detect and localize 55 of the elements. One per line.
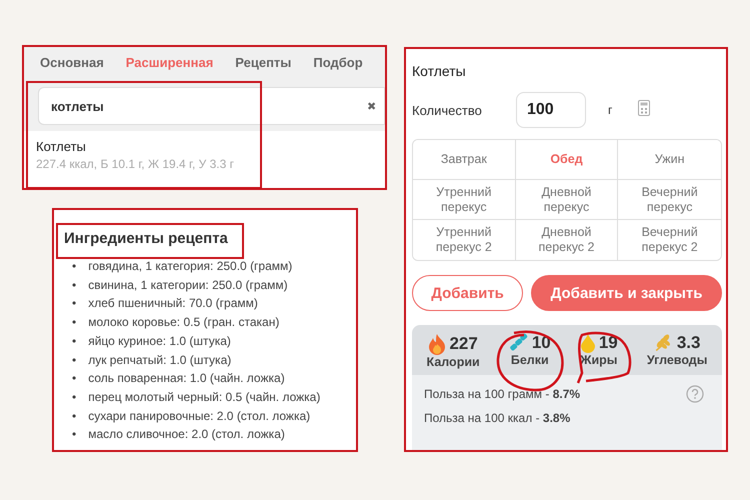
meal-option[interactable]: Завтрак xyxy=(413,140,516,180)
meal-option[interactable]: Утренний перекус 2 xyxy=(413,220,516,260)
tab[interactable]: Рецепты xyxy=(235,54,292,70)
result-details: 227.4 ккал, Б 10.1 г, Ж 19.4 г, У 3.3 г xyxy=(36,157,235,171)
food-title: Котлеты xyxy=(412,63,467,79)
search-field[interactable]: котлеты ✖ xyxy=(38,87,385,125)
ingredient-item: масло сливочное: 2.0 (стол. ложка) xyxy=(88,426,285,444)
add-button[interactable]: Добавить xyxy=(412,275,524,311)
meal-option[interactable]: Ужин xyxy=(618,140,721,180)
ingredient-item: перец молотый черный: 0.5 (чайн. ложка) xyxy=(88,388,320,406)
bullet: • xyxy=(72,426,76,444)
ingredient-item: молоко коровье: 0.5 (гран. стакан) xyxy=(88,314,280,332)
ingredient-item: говядина, 1 категория: 250.0 (грамм) xyxy=(88,258,292,275)
bullet: • xyxy=(72,276,76,294)
ingredient-item: соль поваренная: 1.0 (чайн. ложка) xyxy=(88,370,285,388)
benefit-text: Польза на 100 грамм - 8.7% xyxy=(424,387,580,401)
nutrient-label: Калории xyxy=(426,355,480,369)
bullet: • xyxy=(72,258,76,275)
meal-option[interactable]: Обед xyxy=(516,140,618,180)
search-result[interactable]: Котлеты 227.4 ккал, Б 10.1 г, Ж 19.4 г, У 3.3 г xyxy=(24,131,385,179)
tab[interactable]: Расширенная xyxy=(126,54,214,70)
tab[interactable]: Основная xyxy=(40,54,104,70)
quantity-field[interactable]: 100 xyxy=(516,92,586,128)
ingredient-item: свинина, 1 категории: 250.0 (грамм) xyxy=(88,276,288,294)
bullet: • xyxy=(72,295,76,312)
nutrient-label: Белки xyxy=(510,353,549,367)
ingredient-item: лук репчатый: 1.0 (штука) xyxy=(88,352,232,369)
unit-label: г xyxy=(608,103,612,117)
calculator-icon[interactable] xyxy=(638,100,650,116)
bullet: • xyxy=(72,370,76,388)
flame-icon xyxy=(428,333,446,355)
nutrient-value: 227 xyxy=(449,334,478,354)
help-icon[interactable] xyxy=(686,385,704,403)
meal-option[interactable]: Утренний перекус xyxy=(413,180,516,220)
molecule-icon xyxy=(508,333,529,353)
nutrient-value: 3.3 xyxy=(676,333,700,353)
bullet: • xyxy=(72,352,76,369)
bullet: • xyxy=(72,408,76,425)
benefit-text: Польза на 100 ккал - 3.8% xyxy=(424,411,570,425)
bullet: • xyxy=(72,314,76,332)
nutrient-value: 19 xyxy=(598,333,618,353)
bullet: • xyxy=(72,332,76,350)
ingredient-item: яйцо куриное: 1.0 (штука) xyxy=(88,332,231,350)
tab[interactable]: Подбор xyxy=(313,54,363,70)
ingredient-item: хлеб пшеничный: 70.0 (грамм) xyxy=(88,295,258,312)
add-close-button[interactable]: Добавить и закрыть xyxy=(531,275,722,311)
nutrient-label: Углеводы xyxy=(646,353,708,367)
quantity-label: Количество xyxy=(412,102,483,118)
drop-icon xyxy=(580,333,596,353)
ingredient-item: сухари панировочные: 2.0 (стол. ложка) xyxy=(88,408,310,425)
meal-option[interactable]: Дневной перекус xyxy=(516,180,618,220)
ingredients-heading: Ингредиенты рецепта xyxy=(63,230,229,247)
clear-icon[interactable]: ✖ xyxy=(367,100,376,112)
result-name: Котлеты xyxy=(36,139,87,154)
bullet: • xyxy=(72,388,76,406)
